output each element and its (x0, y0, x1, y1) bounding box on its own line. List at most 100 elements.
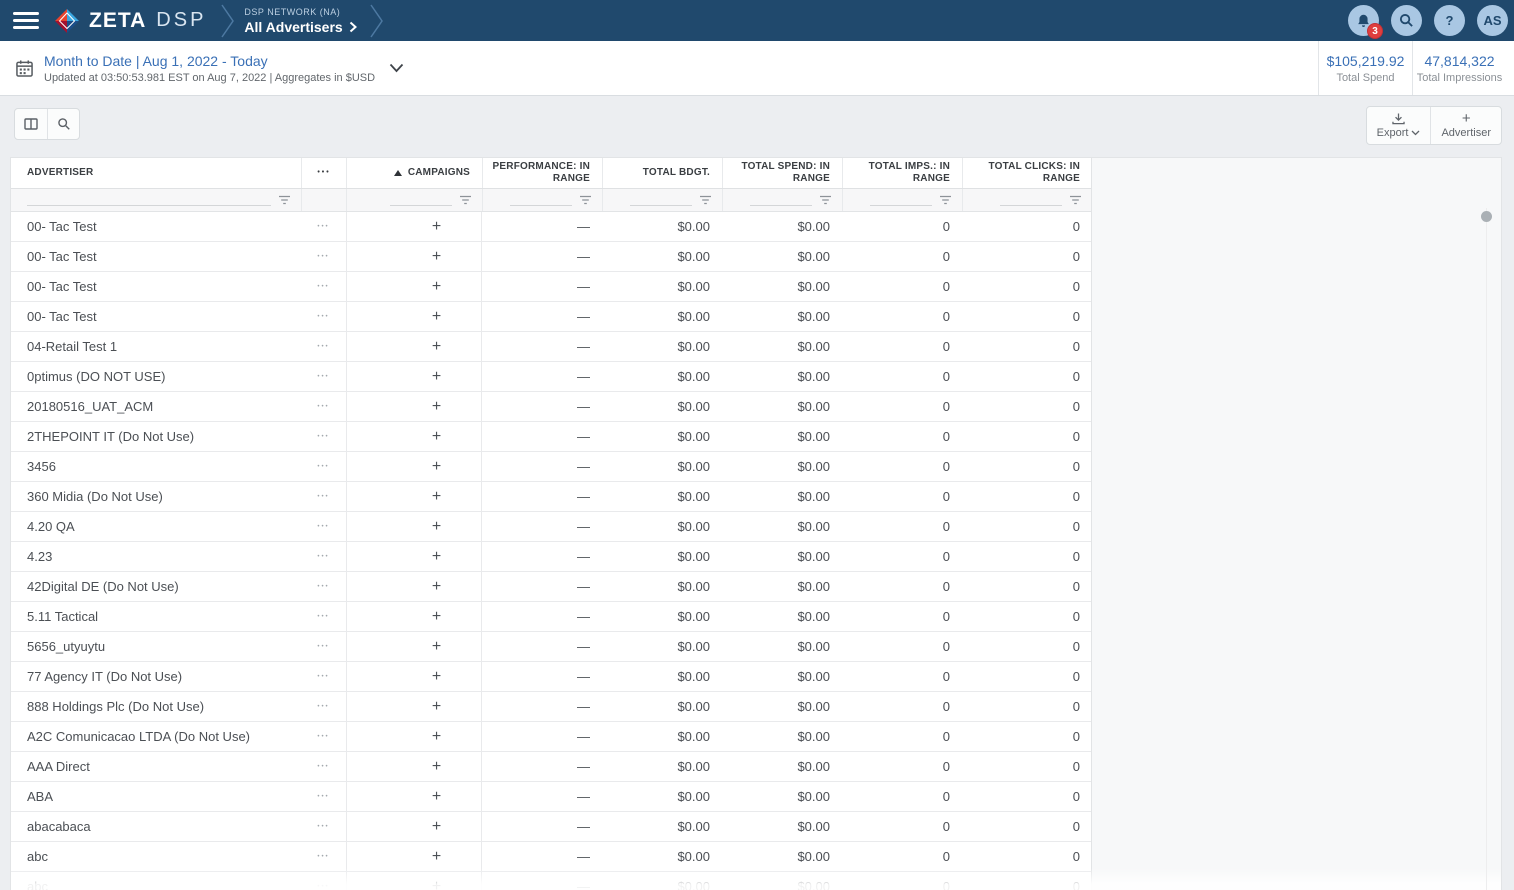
filter-advertiser[interactable] (11, 189, 301, 211)
row-menu-button[interactable]: ••• (301, 842, 346, 871)
help-button[interactable]: ? (1434, 5, 1465, 36)
row-menu-button[interactable]: ••• (301, 332, 346, 361)
table-row[interactable]: 4.23 ••• + — $0.00 $0.00 0 0 (11, 542, 1091, 572)
expand-campaigns-button[interactable]: + (346, 692, 482, 721)
filter-total-spend[interactable] (722, 189, 842, 211)
row-menu-button[interactable]: ••• (301, 572, 346, 601)
grid-search-button[interactable] (47, 109, 79, 139)
row-menu-button[interactable]: ••• (301, 632, 346, 661)
advertiser-name[interactable]: 20180516_UAT_ACM (11, 392, 301, 421)
expand-campaigns-button[interactable]: + (346, 662, 482, 691)
filter-total-imps[interactable] (842, 189, 962, 211)
hamburger-menu-icon[interactable] (13, 12, 39, 29)
expand-campaigns-button[interactable]: + (346, 362, 482, 391)
table-row[interactable]: 5.11 Tactical ••• + — $0.00 $0.00 0 0 (11, 602, 1091, 632)
filter-icon[interactable] (819, 195, 832, 205)
filter-icon[interactable] (278, 195, 291, 205)
table-row[interactable]: 00- Tac Test ••• + — $0.00 $0.00 0 0 (11, 242, 1091, 272)
expand-campaigns-button[interactable]: + (346, 632, 482, 661)
filter-input[interactable] (750, 194, 812, 206)
advertiser-name[interactable]: 4.20 QA (11, 512, 301, 541)
table-row[interactable]: 360 Midia (Do Not Use) ••• + — $0.00 $0.… (11, 482, 1091, 512)
expand-campaigns-button[interactable]: + (346, 872, 482, 890)
table-row[interactable]: A2C Comunicacao LTDA (Do Not Use) ••• + … (11, 722, 1091, 752)
advertiser-name[interactable]: 00- Tac Test (11, 242, 301, 271)
filter-performance[interactable] (482, 189, 602, 211)
filter-input[interactable] (510, 194, 572, 206)
row-menu-button[interactable]: ••• (301, 452, 346, 481)
advertiser-name[interactable]: A2C Comunicacao LTDA (Do Not Use) (11, 722, 301, 751)
scrollbar-track[interactable] (1486, 208, 1487, 890)
column-header-total-spend[interactable]: TOTAL SPEND: IN RANGE (722, 158, 842, 188)
column-header-performance[interactable]: PERFORMANCE: IN RANGE (482, 158, 602, 188)
filter-icon[interactable] (699, 195, 712, 205)
table-row[interactable]: 888 Holdings Plc (Do Not Use) ••• + — $0… (11, 692, 1091, 722)
column-header-total-clicks[interactable]: TOTAL CLICKS: IN RANGE (962, 158, 1092, 188)
row-menu-button[interactable]: ••• (301, 812, 346, 841)
column-header-total-budget[interactable]: TOTAL BDGT. (602, 158, 722, 188)
expand-campaigns-button[interactable]: + (346, 572, 482, 601)
advertiser-name[interactable]: AAA Direct (11, 752, 301, 781)
filter-campaigns[interactable] (346, 189, 482, 211)
advertiser-name[interactable]: 00- Tac Test (11, 302, 301, 331)
chevron-down-icon[interactable] (389, 63, 404, 73)
row-menu-button[interactable]: ••• (301, 392, 346, 421)
avatar[interactable]: AS (1477, 5, 1508, 36)
date-range-selector[interactable]: Month to Date | Aug 1, 2022 - Today Upda… (16, 41, 404, 95)
column-chooser-button[interactable] (15, 109, 47, 139)
advertiser-name[interactable]: 42Digital DE (Do Not Use) (11, 572, 301, 601)
expand-campaigns-button[interactable]: + (346, 752, 482, 781)
advertiser-name[interactable]: 2THEPOINT IT (Do Not Use) (11, 422, 301, 451)
brand-logo[interactable]: ZETA DSP (53, 7, 206, 35)
column-header-campaigns[interactable]: CAMPAIGNS (346, 158, 482, 188)
export-button[interactable]: Export (1367, 107, 1431, 144)
row-menu-button[interactable]: ••• (301, 872, 346, 890)
expand-campaigns-button[interactable]: + (346, 812, 482, 841)
row-menu-button[interactable]: ••• (301, 692, 346, 721)
table-row[interactable]: ABA ••• + — $0.00 $0.00 0 0 (11, 782, 1091, 812)
column-header-total-imps[interactable]: TOTAL IMPS.: IN RANGE (842, 158, 962, 188)
row-menu-button[interactable]: ••• (301, 512, 346, 541)
advertiser-name[interactable]: 04-Retail Test 1 (11, 332, 301, 361)
expand-campaigns-button[interactable]: + (346, 422, 482, 451)
advertiser-name[interactable]: abc (11, 872, 301, 890)
filter-icon[interactable] (939, 195, 952, 205)
table-row[interactable]: 5656_utyuytu ••• + — $0.00 $0.00 0 0 (11, 632, 1091, 662)
advertiser-name[interactable]: 77 Agency IT (Do Not Use) (11, 662, 301, 691)
row-menu-button[interactable]: ••• (301, 782, 346, 811)
row-menu-button[interactable]: ••• (301, 602, 346, 631)
table-row[interactable]: 77 Agency IT (Do Not Use) ••• + — $0.00 … (11, 662, 1091, 692)
expand-campaigns-button[interactable]: + (346, 302, 482, 331)
table-row[interactable]: 04-Retail Test 1 ••• + — $0.00 $0.00 0 0 (11, 332, 1091, 362)
table-row[interactable]: abc ••• + — $0.00 $0.00 0 0 (11, 872, 1091, 890)
table-row[interactable]: 00- Tac Test ••• + — $0.00 $0.00 0 0 (11, 272, 1091, 302)
expand-campaigns-button[interactable]: + (346, 242, 482, 271)
scrollbar-thumb[interactable] (1481, 211, 1492, 222)
expand-campaigns-button[interactable]: + (346, 842, 482, 871)
advertiser-name[interactable]: abc (11, 842, 301, 871)
row-menu-button[interactable]: ••• (301, 722, 346, 751)
advertiser-name[interactable]: 3456 (11, 452, 301, 481)
advertiser-name[interactable]: 00- Tac Test (11, 212, 301, 241)
table-row[interactable]: 2THEPOINT IT (Do Not Use) ••• + — $0.00 … (11, 422, 1091, 452)
table-row[interactable]: 3456 ••• + — $0.00 $0.00 0 0 (11, 452, 1091, 482)
filter-icon[interactable] (459, 195, 472, 205)
advertiser-name[interactable]: 5656_utyuytu (11, 632, 301, 661)
expand-campaigns-button[interactable]: + (346, 602, 482, 631)
breadcrumb[interactable]: DSP NETWORK (NA) All Advertisers (244, 7, 356, 35)
add-advertiser-button[interactable]: + Advertiser (1430, 107, 1501, 144)
search-button[interactable] (1391, 5, 1422, 36)
filter-total-budget[interactable] (602, 189, 722, 211)
filter-input[interactable] (27, 194, 271, 206)
table-row[interactable]: 00- Tac Test ••• + — $0.00 $0.00 0 0 (11, 302, 1091, 332)
expand-campaigns-button[interactable]: + (346, 512, 482, 541)
table-row[interactable]: AAA Direct ••• + — $0.00 $0.00 0 0 (11, 752, 1091, 782)
row-menu-button[interactable]: ••• (301, 242, 346, 271)
table-row[interactable]: 4.20 QA ••• + — $0.00 $0.00 0 0 (11, 512, 1091, 542)
expand-campaigns-button[interactable]: + (346, 782, 482, 811)
expand-campaigns-button[interactable]: + (346, 212, 482, 241)
filter-input[interactable] (1000, 194, 1062, 206)
table-row[interactable]: abacabaca ••• + — $0.00 $0.00 0 0 (11, 812, 1091, 842)
expand-campaigns-button[interactable]: + (346, 452, 482, 481)
column-menu-button[interactable]: ••• (301, 158, 346, 188)
